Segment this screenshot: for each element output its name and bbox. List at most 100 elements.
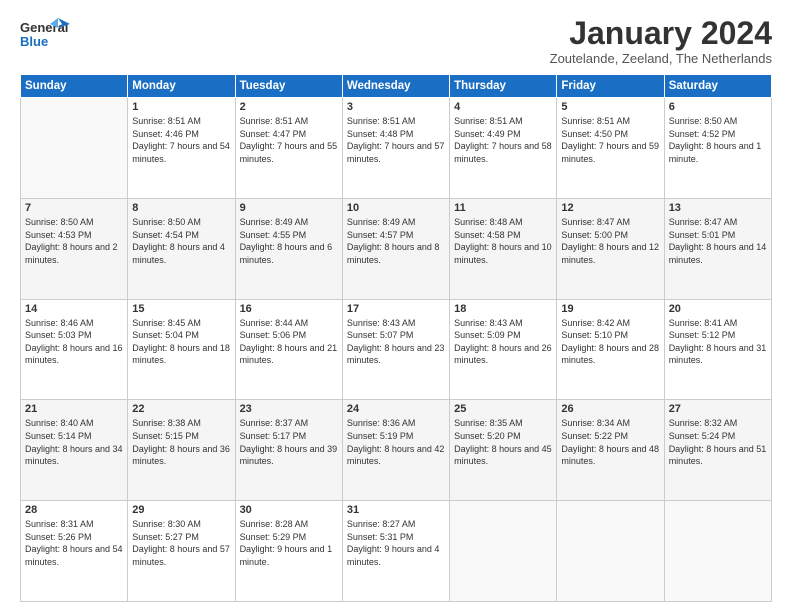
calendar-header: SundayMondayTuesdayWednesdayThursdayFrid…: [21, 75, 772, 98]
calendar-cell: 17 Sunrise: 8:43 AMSunset: 5:07 PMDayligh…: [342, 299, 449, 400]
day-info: Sunrise: 8:50 AMSunset: 4:53 PMDaylight:…: [25, 216, 123, 266]
day-info: Sunrise: 8:50 AMSunset: 4:54 PMDaylight:…: [132, 216, 230, 266]
day-info: Sunrise: 8:49 AMSunset: 4:57 PMDaylight:…: [347, 216, 445, 266]
day-info: Sunrise: 8:51 AMSunset: 4:50 PMDaylight:…: [561, 115, 659, 165]
calendar-cell: 30 Sunrise: 8:28 AMSunset: 5:29 PMDayligh…: [235, 501, 342, 602]
day-info: Sunrise: 8:34 AMSunset: 5:22 PMDaylight:…: [561, 417, 659, 467]
day-number: 22: [132, 403, 230, 415]
calendar-week-row: 1 Sunrise: 8:51 AMSunset: 4:46 PMDaylight…: [21, 98, 772, 199]
day-number: 18: [454, 303, 552, 315]
day-number: 11: [454, 202, 552, 214]
location: Zoutelande, Zeeland, The Netherlands: [550, 51, 772, 66]
day-info: Sunrise: 8:43 AMSunset: 5:09 PMDaylight:…: [454, 317, 552, 367]
day-of-week-header: Thursday: [450, 75, 557, 98]
svg-text:Blue: Blue: [20, 34, 48, 49]
calendar-cell: 29 Sunrise: 8:30 AMSunset: 5:27 PMDayligh…: [128, 501, 235, 602]
day-number: 4: [454, 101, 552, 113]
day-info: Sunrise: 8:37 AMSunset: 5:17 PMDaylight:…: [240, 417, 338, 467]
calendar-cell: 26Sunrise: 8:34 AMSunset: 5:22 PMDayligh…: [557, 400, 664, 501]
day-number: 25: [454, 403, 552, 415]
day-info: Sunrise: 8:42 AMSunset: 5:10 PMDaylight:…: [561, 317, 659, 367]
day-info: Sunrise: 8:47 AMSunset: 5:00 PMDaylight:…: [561, 216, 659, 266]
calendar-cell: 9 Sunrise: 8:49 AMSunset: 4:55 PMDaylight…: [235, 198, 342, 299]
day-number: 3: [347, 101, 445, 113]
day-info: Sunrise: 8:44 AMSunset: 5:06 PMDaylight:…: [240, 317, 338, 367]
logo: General Blue: [20, 16, 72, 56]
day-number: 5: [561, 101, 659, 113]
day-info: Sunrise: 8:51 AMSunset: 4:46 PMDaylight:…: [132, 115, 230, 165]
calendar-cell: 10 Sunrise: 8:49 AMSunset: 4:57 PMDayligh…: [342, 198, 449, 299]
day-of-week-header: Wednesday: [342, 75, 449, 98]
calendar-week-row: 28 Sunrise: 8:31 AMSunset: 5:26 PMDayligh…: [21, 501, 772, 602]
header-right: January 2024 Zoutelande, Zeeland, The Ne…: [550, 16, 772, 66]
calendar-cell: 24Sunrise: 8:36 AMSunset: 5:19 PMDayligh…: [342, 400, 449, 501]
day-info: Sunrise: 8:51 AMSunset: 4:49 PMDaylight:…: [454, 115, 552, 165]
day-info: Sunrise: 8:51 AMSunset: 4:47 PMDaylight:…: [240, 115, 338, 165]
calendar-cell: 16Sunrise: 8:44 AMSunset: 5:06 PMDayligh…: [235, 299, 342, 400]
day-info: Sunrise: 8:32 AMSunset: 5:24 PMDaylight:…: [669, 417, 767, 467]
calendar-cell: [557, 501, 664, 602]
day-info: Sunrise: 8:35 AMSunset: 5:20 PMDaylight:…: [454, 417, 552, 467]
month-title: January 2024: [550, 16, 772, 51]
day-info: Sunrise: 8:49 AMSunset: 4:55 PMDaylight:…: [240, 216, 338, 266]
calendar-cell: 3 Sunrise: 8:51 AMSunset: 4:48 PMDaylight…: [342, 98, 449, 199]
day-info: Sunrise: 8:38 AMSunset: 5:15 PMDaylight:…: [132, 417, 230, 467]
calendar-cell: 2 Sunrise: 8:51 AMSunset: 4:47 PMDaylight…: [235, 98, 342, 199]
calendar-cell: [450, 501, 557, 602]
day-number: 19: [561, 303, 659, 315]
day-number: 10: [347, 202, 445, 214]
calendar-cell: 27Sunrise: 8:32 AMSunset: 5:24 PMDayligh…: [664, 400, 771, 501]
calendar-cell: 6Sunrise: 8:50 AMSunset: 4:52 PMDaylight…: [664, 98, 771, 199]
day-info: Sunrise: 8:48 AMSunset: 4:58 PMDaylight:…: [454, 216, 552, 266]
day-number: 30: [240, 504, 338, 516]
day-number: 9: [240, 202, 338, 214]
day-number: 6: [669, 101, 767, 113]
calendar-cell: 11 Sunrise: 8:48 AMSunset: 4:58 PMDayligh…: [450, 198, 557, 299]
day-of-week-header: Sunday: [21, 75, 128, 98]
day-number: 23: [240, 403, 338, 415]
day-number: 17: [347, 303, 445, 315]
day-number: 1: [132, 101, 230, 113]
calendar-table: SundayMondayTuesdayWednesdayThursdayFrid…: [20, 74, 772, 602]
day-info: Sunrise: 8:28 AMSunset: 5:29 PMDaylight:…: [240, 518, 338, 568]
header: General Blue January 2024 Zoutelande, Ze…: [20, 16, 772, 66]
calendar-cell: [664, 501, 771, 602]
day-number: 8: [132, 202, 230, 214]
logo-icon: General Blue: [20, 16, 70, 56]
day-info: Sunrise: 8:47 AMSunset: 5:01 PMDaylight:…: [669, 216, 767, 266]
calendar-cell: 5 Sunrise: 8:51 AMSunset: 4:50 PMDaylight…: [557, 98, 664, 199]
day-number: 12: [561, 202, 659, 214]
day-info: Sunrise: 8:51 AMSunset: 4:48 PMDaylight:…: [347, 115, 445, 165]
calendar-week-row: 14 Sunrise: 8:46 AMSunset: 5:03 PMDayligh…: [21, 299, 772, 400]
day-number: 7: [25, 202, 123, 214]
page: General Blue January 2024 Zoutelande, Ze…: [0, 0, 792, 612]
day-info: Sunrise: 8:43 AMSunset: 5:07 PMDaylight:…: [347, 317, 445, 367]
day-number: 29: [132, 504, 230, 516]
day-number: 28: [25, 504, 123, 516]
calendar-body: 1 Sunrise: 8:51 AMSunset: 4:46 PMDaylight…: [21, 98, 772, 602]
day-info: Sunrise: 8:30 AMSunset: 5:27 PMDaylight:…: [132, 518, 230, 568]
day-header-row: SundayMondayTuesdayWednesdayThursdayFrid…: [21, 75, 772, 98]
calendar-cell: 4 Sunrise: 8:51 AMSunset: 4:49 PMDaylight…: [450, 98, 557, 199]
calendar-cell: 21Sunrise: 8:40 AMSunset: 5:14 PMDayligh…: [21, 400, 128, 501]
calendar-cell: 31Sunrise: 8:27 AMSunset: 5:31 PMDayligh…: [342, 501, 449, 602]
calendar-cell: 20Sunrise: 8:41 AMSunset: 5:12 PMDayligh…: [664, 299, 771, 400]
calendar-cell: [21, 98, 128, 199]
day-number: 14: [25, 303, 123, 315]
day-info: Sunrise: 8:31 AMSunset: 5:26 PMDaylight:…: [25, 518, 123, 568]
day-info: Sunrise: 8:41 AMSunset: 5:12 PMDaylight:…: [669, 317, 767, 367]
day-number: 31: [347, 504, 445, 516]
calendar-cell: 13Sunrise: 8:47 AMSunset: 5:01 PMDayligh…: [664, 198, 771, 299]
calendar-cell: 14 Sunrise: 8:46 AMSunset: 5:03 PMDayligh…: [21, 299, 128, 400]
calendar-cell: 7 Sunrise: 8:50 AMSunset: 4:53 PMDaylight…: [21, 198, 128, 299]
calendar-cell: 15Sunrise: 8:45 AMSunset: 5:04 PMDayligh…: [128, 299, 235, 400]
calendar-cell: 8 Sunrise: 8:50 AMSunset: 4:54 PMDaylight…: [128, 198, 235, 299]
calendar-week-row: 21Sunrise: 8:40 AMSunset: 5:14 PMDayligh…: [21, 400, 772, 501]
day-number: 2: [240, 101, 338, 113]
day-of-week-header: Monday: [128, 75, 235, 98]
day-number: 15: [132, 303, 230, 315]
day-info: Sunrise: 8:46 AMSunset: 5:03 PMDaylight:…: [25, 317, 123, 367]
calendar-cell: 12 Sunrise: 8:47 AMSunset: 5:00 PMDayligh…: [557, 198, 664, 299]
calendar-cell: 19 Sunrise: 8:42 AMSunset: 5:10 PMDayligh…: [557, 299, 664, 400]
calendar-cell: 25 Sunrise: 8:35 AMSunset: 5:20 PMDayligh…: [450, 400, 557, 501]
